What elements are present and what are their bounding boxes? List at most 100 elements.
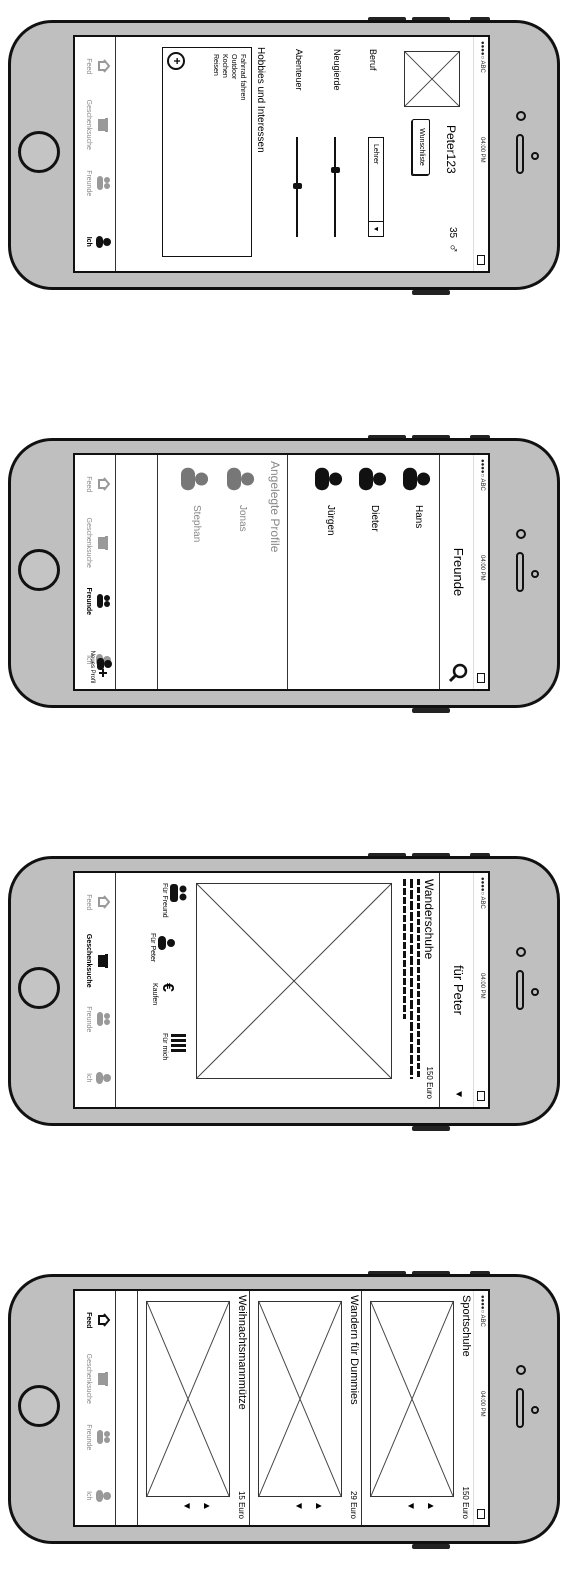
gender-icon: ♂ [446,243,462,254]
slider-handle[interactable] [331,167,340,173]
speaker-grille [516,1388,524,1428]
camera-icon [516,111,526,121]
status-bar: ●●●●○ ABC 04:00 PM [473,1291,488,1525]
feed-item-image-placeholder [370,1301,454,1497]
tab-freunde[interactable]: Freunde [75,990,115,1049]
speaker-grille [516,970,524,1010]
recipient-dropdown[interactable]: für Peter [451,873,466,1107]
hobby-item: Reisen [212,54,219,76]
feed-item-image-placeholder [146,1301,230,1497]
age: 35 [447,227,458,239]
username: Peter123 [444,125,458,174]
wishlist-label: Wunschliste [418,128,425,166]
sensor-icon [531,152,539,160]
home-button[interactable] [18,131,60,173]
new-profile-button[interactable]: Neues Profil [89,647,113,687]
profile-item-stephan[interactable]: Stephan [172,465,212,685]
tab-label: Feed [85,476,92,493]
tab-label: Geschenksuche [85,99,92,150]
hobbies-label: Hobbies und Interessen [255,47,266,153]
tab-label: Feed [85,1312,92,1329]
tab-label: Freunde [85,170,92,197]
tab-feed[interactable]: Feed [75,455,115,514]
person-icon [96,235,111,248]
search-icon[interactable] [448,663,468,683]
abenteuer-slider[interactable] [293,137,302,237]
action-for-peter[interactable]: Für Peter [149,933,176,983]
speaker-grille [516,134,524,174]
feed-item-price: 29 Euro [349,1490,358,1519]
feed-item-title: Sportschuhe [460,1295,472,1357]
action-for-me[interactable]: Für mich [161,1033,188,1083]
phone-mockup-giftsearch: ●●●●○ ABC 04:00 PM für Peter ▼ Wandersch… [0,852,575,1132]
header: Freunde [439,455,474,689]
neugierde-slider[interactable] [331,137,340,237]
product-price: 150 Euro [425,1066,434,1099]
tab-geschenksuche[interactable]: Geschenksuche [75,1350,115,1409]
screen-profile: ●●●●○ ABC 04:00 PM Peter123 35 ♂ Wunschl… [73,35,490,273]
hobbies-list[interactable]: Fahrrad fahren Outdoor Kochen Reisen + [162,47,252,257]
tab-freunde[interactable]: Freunde [75,154,115,213]
tab-geschenksuche[interactable]: Geschenksuche [75,514,115,573]
feed-item[interactable]: Weihnachtsmannmütze 15 Euro ▲ ▼ [137,1291,250,1525]
tab-freunde[interactable]: Freunde [75,572,115,631]
carousel-arrows[interactable]: ▲ ▼ [400,1501,440,1515]
tab-geschenksuche[interactable]: Geschenksuche [75,96,115,155]
action-label: Kaufen [151,983,158,1006]
beruf-select[interactable]: Lehrer ▼ [368,137,384,237]
tab-label: Geschenksuche [85,1353,92,1404]
tab-ich[interactable]: Ich [75,1467,115,1526]
tab-feed[interactable]: Feed [75,1291,115,1350]
arrow-up-icon[interactable]: ▲ [420,1501,440,1515]
add-hobby-icon[interactable]: + [167,52,185,70]
home-button[interactable] [18,549,60,591]
wishlist-button[interactable]: Wunschliste [412,119,430,175]
arrow-up-icon[interactable]: ▲ [308,1501,328,1515]
friends-icon [97,594,110,609]
chevron-down-icon[interactable]: ▼ [453,1089,464,1099]
screen-giftsearch: ●●●●○ ABC 04:00 PM für Peter ▼ Wandersch… [73,871,490,1109]
friends-icon [97,1012,110,1027]
tab-ich[interactable]: Ich [75,213,115,272]
tab-freunde[interactable]: Freunde [75,1408,115,1467]
arrow-down-icon[interactable]: ▼ [400,1501,420,1515]
arrow-down-icon[interactable]: ▼ [176,1501,196,1515]
tab-geschenksuche[interactable]: Geschenksuche [75,932,115,991]
friend-name: Jürgen [325,505,336,536]
battery-icon [477,255,485,265]
hobby-item: Outdoor [230,54,237,80]
tab-feed[interactable]: Feed [75,873,115,932]
list-icon [171,1034,186,1052]
person-icon [227,467,255,491]
tab-label: Geschenksuche [85,517,92,568]
friends-icon [97,1430,110,1445]
gift-icon [98,1371,108,1386]
profile-item-jonas[interactable]: Jonas [218,465,258,685]
friend-item-dieter[interactable]: Dieter [350,465,390,685]
speaker-grille [516,552,524,592]
product-image-placeholder [196,883,392,1079]
feed-item[interactable]: Sportschuhe 150 Euro ▲ ▼ [361,1291,474,1525]
slider-handle[interactable] [293,183,302,189]
add-person-icon [97,658,112,677]
carousel-arrows[interactable]: ▲ ▼ [176,1501,216,1515]
friend-item-juergen[interactable]: Jürgen [306,465,346,685]
action-buy[interactable]: € Kaufen [151,983,176,1033]
carousel-arrows[interactable]: ▲ ▼ [288,1501,328,1515]
friend-item-hans[interactable]: Hans [394,465,434,685]
tab-feed[interactable]: Feed [75,37,115,96]
tab-ich[interactable]: Ich [75,1049,115,1108]
tab-label: Feed [85,894,92,911]
action-label: Für mich [161,1033,168,1061]
carrier-label: ●●●●○ ABC [479,877,485,909]
beruf-label: Beruf [368,49,378,71]
home-button[interactable] [18,1385,60,1427]
feed-item-price: 150 Euro [461,1486,470,1519]
arrow-down-icon[interactable]: ▼ [288,1501,308,1515]
action-for-friend[interactable]: Für Freund [161,883,188,933]
arrow-up-icon[interactable]: ▲ [196,1501,216,1515]
home-button[interactable] [18,967,60,1009]
friends-icon [170,884,187,902]
feed-item[interactable]: Wandern für Dummies 29 Euro ▲ ▼ [249,1291,362,1525]
time-label: 04:00 PM [479,555,485,581]
